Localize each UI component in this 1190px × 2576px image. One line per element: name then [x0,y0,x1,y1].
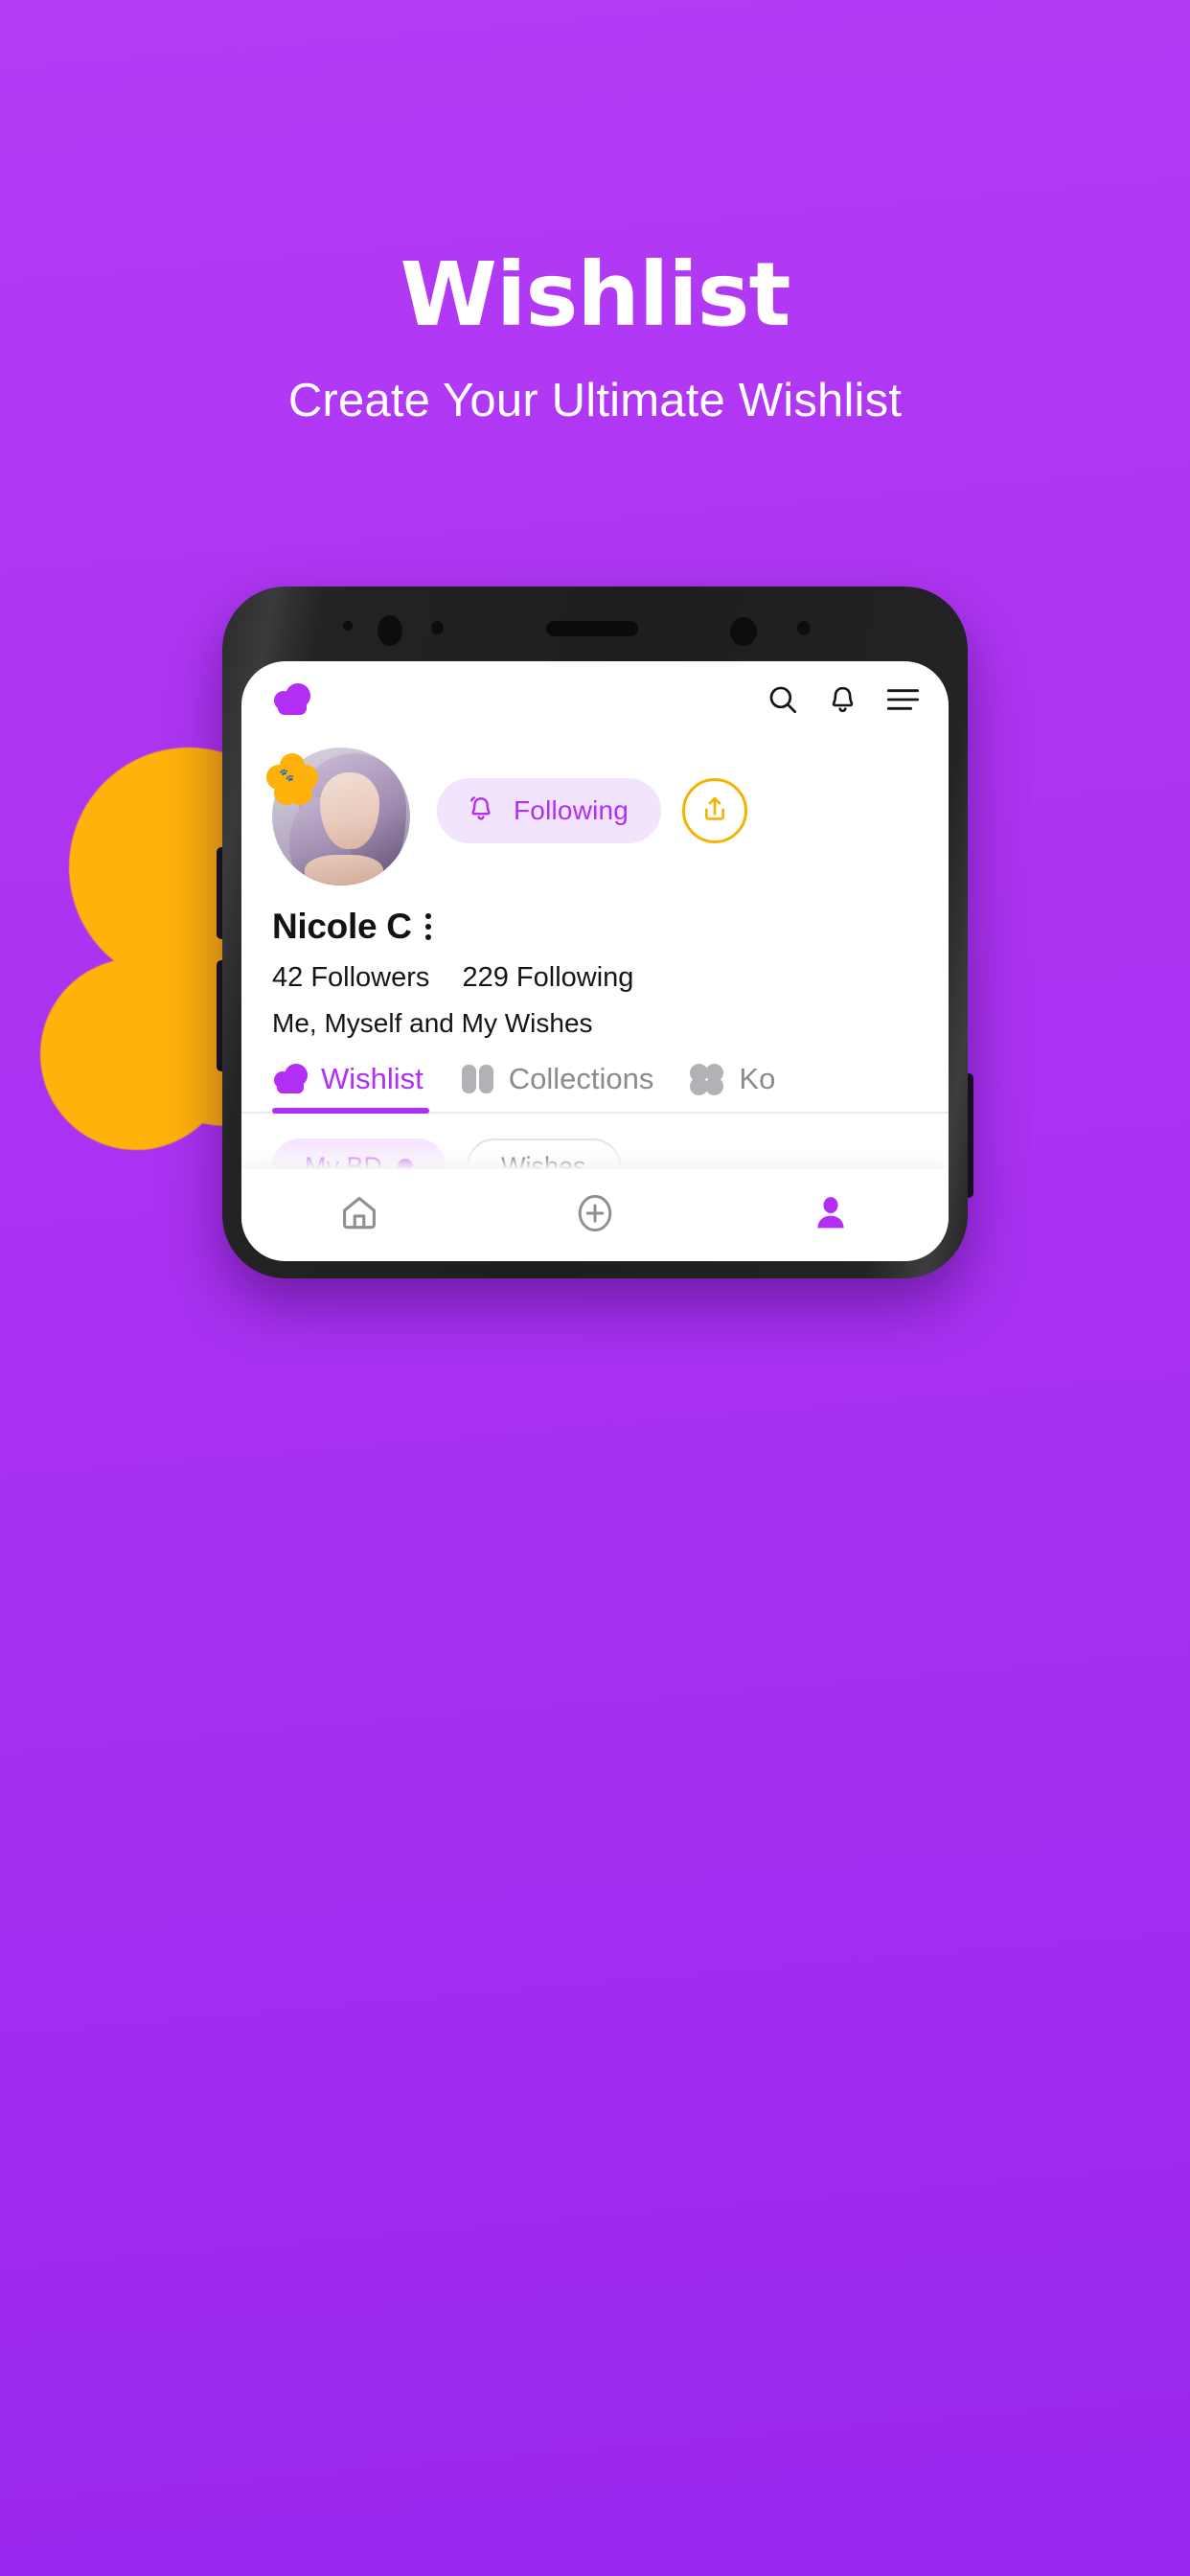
profile-stats: 42 Followers 229 Following [241,947,949,994]
profile-section: 🐾 Following [241,730,949,886]
profile-bio: Me, Myself and My Wishes [272,1008,593,1038]
share-button[interactable] [682,778,748,843]
tab-label: Wishlist [321,1062,423,1095]
app-header [241,661,949,730]
add-icon[interactable] [574,1190,616,1241]
flower-petal [40,958,232,1150]
profile-name-row: Nicole C [241,886,949,947]
menu-icon[interactable] [886,687,920,712]
sensor-icon [343,621,353,631]
avatar[interactable]: 🐾 [266,748,410,886]
sensor-icon [797,621,811,635]
earpiece-speaker [546,621,638,636]
page-title: Wishlist [400,243,790,346]
search-icon[interactable] [767,683,799,716]
clover-icon [690,1064,726,1095]
profile-actions: Following [437,748,748,843]
tab-collections[interactable]: Collections [460,1062,654,1112]
tab-label: Ko [739,1062,776,1095]
paw-flower-badge-icon: 🐾 [266,753,318,805]
following-button-label: Following [514,795,629,825]
promo-header: Wishlist Create Your Ultimate Wishlist [0,0,1190,425]
scroll-fade [241,1144,949,1169]
front-camera-icon [730,617,757,646]
grid-icon [460,1064,496,1094]
front-camera-icon [378,615,402,646]
bottom-navigation [241,1169,949,1261]
phone-bezel-top [222,586,968,669]
page-subtitle: Create Your Ultimate Wishlist [287,375,903,426]
profile-more-icon[interactable] [424,913,431,940]
following-count[interactable]: 229 Following [462,962,633,993]
cloud-logo-icon[interactable] [272,683,312,716]
header-actions [767,683,920,716]
bell-icon[interactable] [827,684,858,716]
followers-count[interactable]: 42 Followers [272,962,429,993]
sensor-icon [431,621,444,634]
app-screen: 🐾 Following Nicole C 42 Followers 229 Fo… [241,661,949,1261]
profile-icon[interactable] [810,1192,852,1239]
tab-label: Collections [508,1062,654,1095]
tab-bar: Wishlist Collections Ko [241,1039,949,1114]
profile-name: Nicole C [272,907,412,946]
tab-wishlist[interactable]: Wishlist [272,1062,429,1114]
following-button[interactable]: Following [437,778,662,843]
share-icon [699,794,730,829]
phone-screen-layer: 🐾 Following Nicole C 42 Followers 229 Fo… [222,586,968,1278]
tab-ko[interactable]: Ko [690,1062,775,1112]
home-icon[interactable] [338,1192,380,1239]
bell-ring-icon [466,794,496,829]
cloud-icon [272,1064,309,1094]
